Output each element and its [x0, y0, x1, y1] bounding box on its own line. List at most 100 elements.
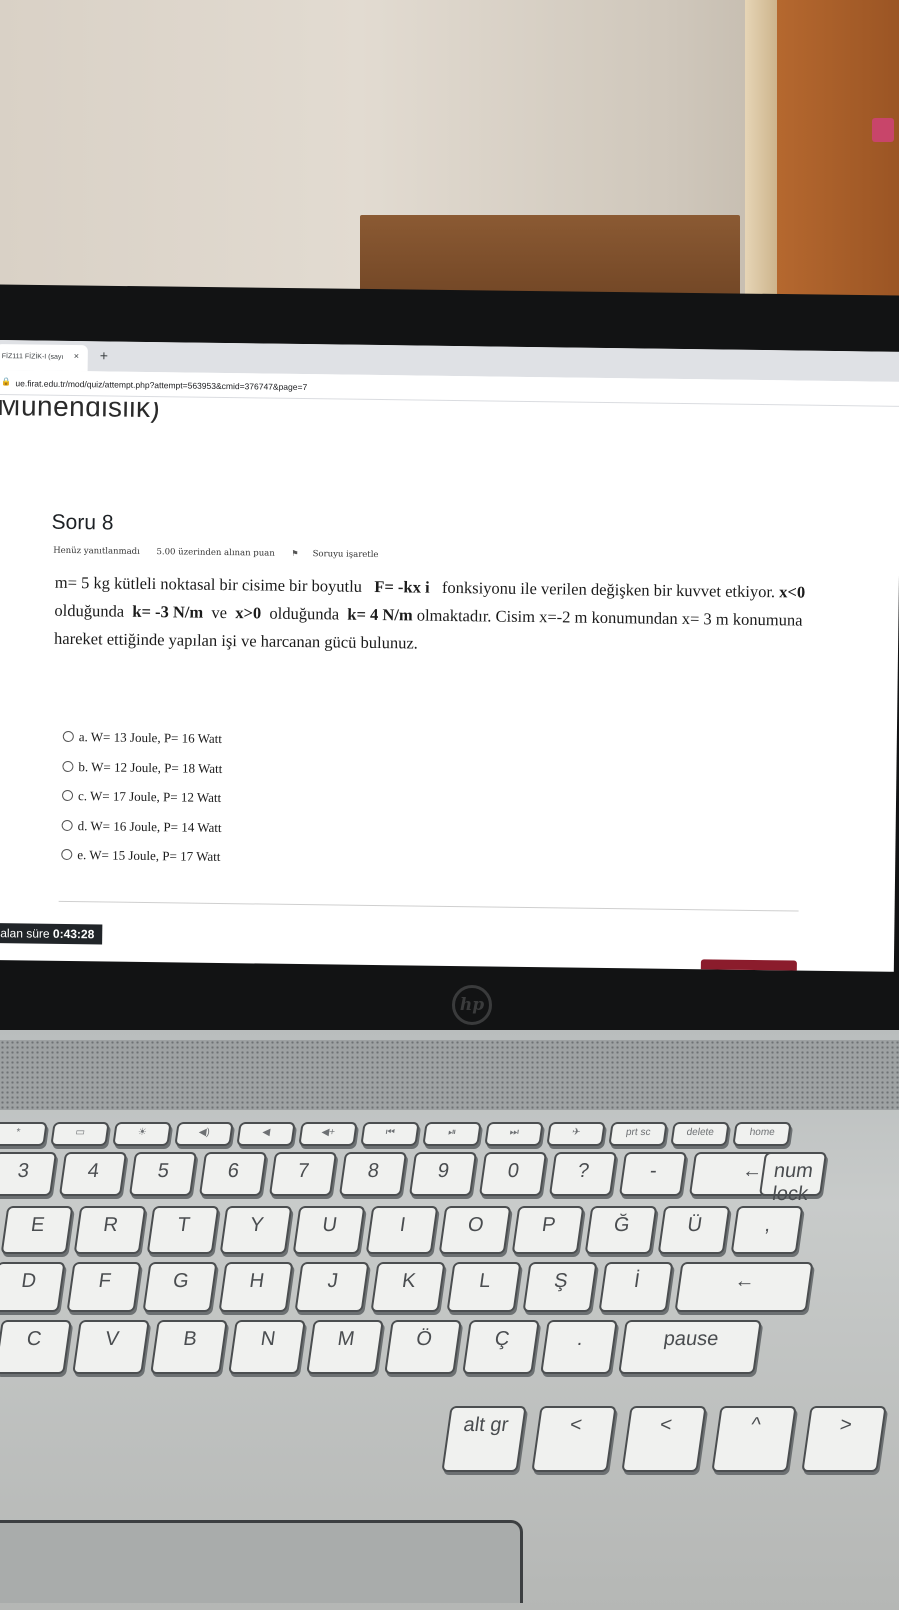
- answer-label[interactable]: a. W= 13 Joule, P= 16 Watt: [79, 729, 222, 747]
- keyboard-key[interactable]: T: [147, 1206, 220, 1254]
- keyboard-key[interactable]: ☀: [112, 1122, 171, 1146]
- keyboard-key[interactable]: alt gr: [441, 1406, 526, 1472]
- new-tab-button[interactable]: +: [100, 347, 108, 363]
- keyboard-key[interactable]: E: [1, 1206, 74, 1254]
- keyboard-key[interactable]: İ: [598, 1262, 673, 1312]
- keyboard-key[interactable]: home: [732, 1122, 791, 1146]
- answer-label[interactable]: d. W= 16 Joule, P= 14 Watt: [78, 818, 222, 836]
- keyboard-key[interactable]: V: [72, 1320, 150, 1374]
- keyboard-key[interactable]: Ü: [658, 1206, 731, 1254]
- key-label: J: [299, 1270, 366, 1293]
- key-label: İ: [603, 1270, 670, 1293]
- keyboard-key[interactable]: O: [439, 1206, 512, 1254]
- keyboard-key[interactable]: -: [619, 1152, 687, 1196]
- laptop-screen: FİZ111 FİZİK-I (sayı × + 🔒 ue.firat.edu.…: [0, 340, 899, 972]
- keyboard-key[interactable]: 7: [269, 1152, 337, 1196]
- palm-rest: [0, 1520, 523, 1603]
- radio-button[interactable]: [61, 849, 72, 860]
- keyboard-key[interactable]: 8: [339, 1152, 407, 1196]
- keyboard-key[interactable]: L: [446, 1262, 521, 1312]
- keyboard-key[interactable]: Ç: [462, 1320, 540, 1374]
- keyboard-key[interactable]: K: [370, 1262, 445, 1312]
- keyboard-key[interactable]: G: [142, 1262, 217, 1312]
- condition-negative-x: x<0: [779, 582, 805, 601]
- keyboard-key[interactable]: C: [0, 1320, 72, 1374]
- keyboard-key[interactable]: ,: [731, 1206, 804, 1254]
- key-label: 7: [273, 1160, 334, 1183]
- keyboard-key[interactable]: 3: [0, 1152, 57, 1196]
- keyboard-key[interactable]: >: [801, 1406, 886, 1472]
- question-text-part: ve: [211, 603, 227, 622]
- keyboard-key[interactable]: ?: [549, 1152, 617, 1196]
- url-text[interactable]: ue.firat.edu.tr/mod/quiz/attempt.php?att…: [15, 378, 307, 392]
- keyboard-key[interactable]: pause: [618, 1320, 762, 1374]
- answer-label[interactable]: b. W= 12 Joule, P= 18 Watt: [78, 759, 222, 777]
- keyboard-key[interactable]: <: [531, 1406, 616, 1472]
- question-info: Henüz yanıtlanmadı 5.00 üzerinden alınan…: [53, 546, 406, 561]
- keyboard-key[interactable]: <: [621, 1406, 706, 1472]
- radio-button[interactable]: [62, 760, 73, 771]
- tab-close-icon[interactable]: ×: [74, 351, 79, 361]
- keyboard-key[interactable]: ←: [674, 1262, 813, 1312]
- keyboard-key[interactable]: P: [512, 1206, 585, 1254]
- keyboard-key[interactable]: R: [74, 1206, 147, 1254]
- keyboard-key[interactable]: ✈: [546, 1122, 605, 1146]
- key-label: 8: [343, 1160, 404, 1183]
- key-label: Ö: [389, 1328, 458, 1351]
- keyboard-key[interactable]: 9: [409, 1152, 477, 1196]
- timer-value: 0:43:28: [53, 927, 95, 942]
- key-label: prt sc: [611, 1127, 665, 1138]
- radio-button[interactable]: [63, 731, 74, 742]
- key-label: 9: [413, 1160, 474, 1183]
- answer-list: a. W= 13 Joule, P= 16 Watt b. W= 12 Joul…: [61, 731, 63, 878]
- keyboard-key[interactable]: ⏭: [484, 1122, 543, 1146]
- keyboard-key[interactable]: ◀): [174, 1122, 233, 1146]
- keyboard-key[interactable]: U: [293, 1206, 366, 1254]
- key-label: ◀): [177, 1127, 231, 1138]
- question-text: m= 5 kg kütleli noktasal bir cisime bir …: [54, 569, 845, 663]
- key-label: 4: [63, 1160, 124, 1183]
- wooden-door: [777, 0, 899, 330]
- radio-button[interactable]: [62, 790, 73, 801]
- keyboard-key[interactable]: ◀: [236, 1122, 295, 1146]
- keyboard-key[interactable]: N: [228, 1320, 306, 1374]
- keyboard-key[interactable]: F: [66, 1262, 141, 1312]
- key-label: -: [623, 1160, 684, 1183]
- keyboard-key[interactable]: 5: [129, 1152, 197, 1196]
- browser-tab[interactable]: FİZ111 FİZİK-I (sayı ×: [0, 344, 88, 371]
- spring-constant-2: k= 4 N/m: [347, 605, 413, 625]
- keyboard-key[interactable]: 0: [479, 1152, 547, 1196]
- keyboard-key[interactable]: M: [306, 1320, 384, 1374]
- keyboard-key[interactable]: 4: [59, 1152, 127, 1196]
- keyboard-key[interactable]: B: [150, 1320, 228, 1374]
- timer-label: Kalan süre: [0, 926, 50, 941]
- keyboard-key[interactable]: prt sc: [608, 1122, 667, 1146]
- keyboard-key[interactable]: J: [294, 1262, 369, 1312]
- keyboard: * ▭☀ ◀) ◀◀+⏮⏯⏭✈ prt sc deletehome 34567890?- ←…: [0, 1110, 899, 1530]
- keyboard-key[interactable]: D: [0, 1262, 66, 1312]
- flag-question-link[interactable]: ⚑Soruyu işaretle: [291, 549, 392, 560]
- key-label: *: [0, 1127, 45, 1138]
- keyboard-key[interactable]: *: [0, 1122, 48, 1146]
- keyboard-key[interactable]: Ş: [522, 1262, 597, 1312]
- question-text-part: olduğunda: [54, 601, 124, 621]
- lock-icon: 🔒: [1, 377, 11, 386]
- answer-label[interactable]: c. W= 17 Joule, P= 12 Watt: [78, 788, 221, 806]
- radio-button[interactable]: [62, 819, 73, 830]
- keyboard-key[interactable]: .: [540, 1320, 618, 1374]
- keyboard-key[interactable]: ▭: [50, 1122, 109, 1146]
- keyboard-key[interactable]: num lock: [759, 1152, 827, 1196]
- keyboard-key[interactable]: ⏮: [360, 1122, 419, 1146]
- key-label: <: [538, 1414, 613, 1437]
- keyboard-key[interactable]: 6: [199, 1152, 267, 1196]
- keyboard-key[interactable]: ^: [711, 1406, 796, 1472]
- keyboard-key[interactable]: Ö: [384, 1320, 462, 1374]
- keyboard-key[interactable]: ⏯: [422, 1122, 481, 1146]
- answer-label[interactable]: e. W= 15 Joule, P= 17 Watt: [77, 847, 220, 865]
- keyboard-key[interactable]: delete: [670, 1122, 729, 1146]
- keyboard-key[interactable]: Y: [220, 1206, 293, 1254]
- keyboard-key[interactable]: Ğ: [585, 1206, 658, 1254]
- keyboard-key[interactable]: ◀+: [298, 1122, 357, 1146]
- keyboard-key[interactable]: I: [366, 1206, 439, 1254]
- keyboard-key[interactable]: H: [218, 1262, 293, 1312]
